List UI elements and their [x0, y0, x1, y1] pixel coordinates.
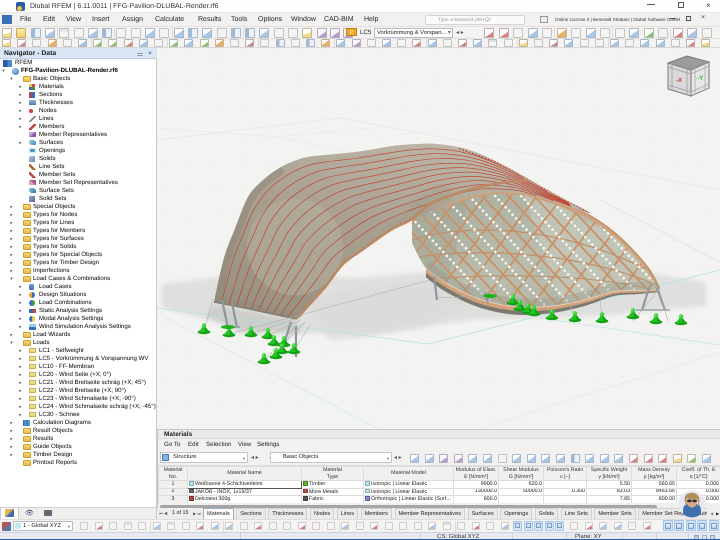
- svg-text:-Y: -Y: [697, 75, 704, 82]
- svg-text:-X: -X: [676, 77, 682, 84]
